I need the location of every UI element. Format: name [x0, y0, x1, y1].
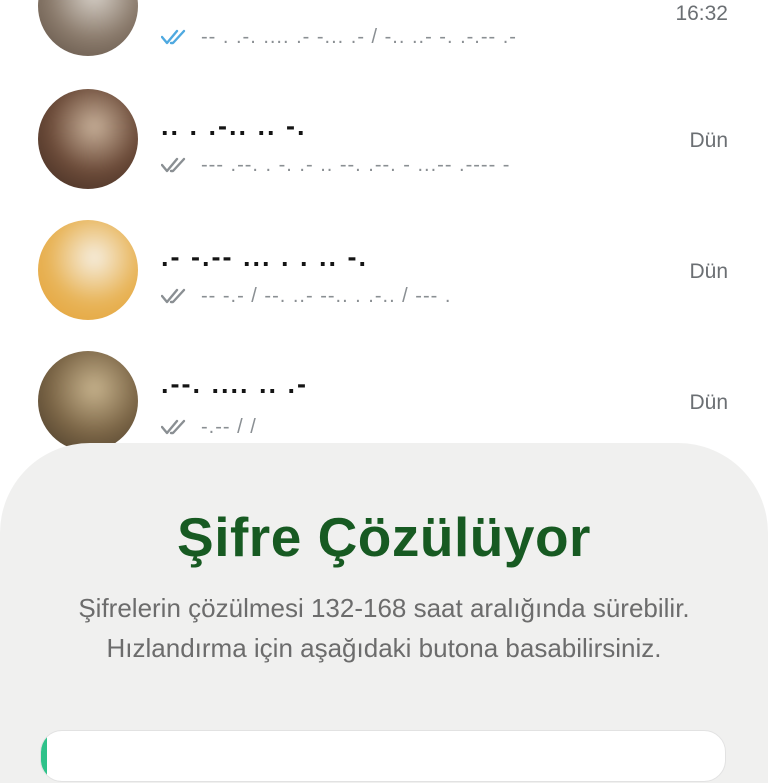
chat-name: .- -.-- ... . . .. -. — [161, 242, 368, 272]
sheet-description: Şifrelerin çözülmesi 132-168 saat aralığ… — [78, 593, 690, 663]
speed-up-button-accent — [41, 731, 47, 781]
sheet-title: Şifre Çözülüyor — [177, 506, 591, 568]
chat-time: Dün — [689, 391, 728, 414]
chat-preview: -- -.- / --. ..- --.. . .-.. / --- . — [161, 281, 451, 311]
preview-text: -- -.- / --. ..- --.. . .-.. / --- . — [201, 284, 452, 307]
chat-name: .. . .-.. .. -. — [161, 111, 307, 141]
avatar — [38, 220, 138, 320]
chat-row-2[interactable]: .. . .-.. .. -. --- .--. . -. .- .. --. … — [0, 73, 768, 204]
decrypting-bottom-sheet: Şifre Çözülüyor Şifrelerin çözülmesi 132… — [0, 443, 768, 783]
chat-time: Dün — [689, 129, 728, 152]
chat-row-3[interactable]: .- -.-- ... . . .. -. -- -.- / --. ..- -… — [0, 204, 768, 335]
chat-preview: -- . .-. .... .- -... .- / -.. ..- -. .-… — [161, 22, 517, 52]
double-check-icon — [161, 419, 186, 435]
chat-preview: --- .--. . -. .- .. --. .--. - ...-- .--… — [161, 150, 510, 180]
chat-time: 16:32 — [675, 2, 728, 25]
speed-up-button[interactable] — [40, 730, 726, 782]
preview-text: -- . .-. .... .- -... .- / -.. ..- -. .-… — [201, 25, 517, 48]
chat-time: Dün — [689, 260, 728, 283]
double-check-icon — [161, 29, 186, 45]
preview-text: -.-- / / — [201, 415, 257, 438]
avatar — [38, 89, 138, 189]
double-check-icon — [161, 157, 186, 173]
double-check-icon — [161, 288, 186, 304]
preview-text: --- .--. . -. .- .. --. .--. - ...-- .--… — [201, 153, 511, 176]
avatar — [38, 0, 138, 56]
chat-name: .--. .... .. .- — [161, 369, 308, 399]
chat-row-1[interactable]: -- . .-. .... .- -... .- / -.. ..- -. .-… — [0, 0, 768, 77]
avatar — [38, 351, 138, 451]
chat-preview: -.-- / / — [161, 412, 257, 442]
